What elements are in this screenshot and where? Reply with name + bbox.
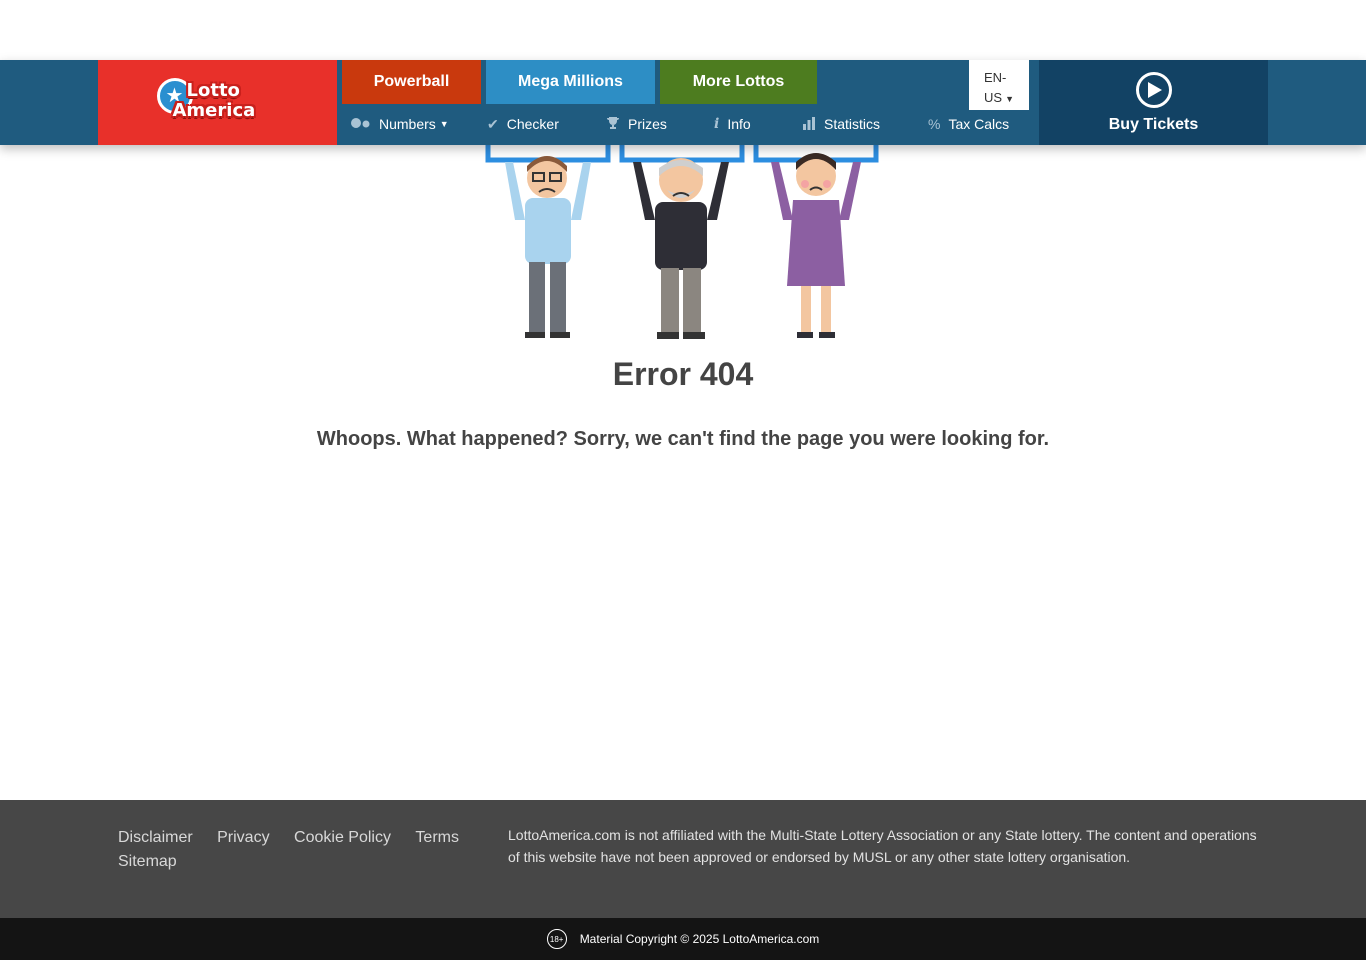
- site-footer: Disclaimer Privacy Cookie Policy Terms S…: [0, 800, 1366, 918]
- lotto-america-logo: ★ Lotto America: [156, 77, 279, 128]
- nav-checker[interactable]: ✔ Checker: [487, 112, 559, 136]
- footer-link-privacy[interactable]: Privacy: [217, 826, 269, 850]
- main-navbar: ★ Lotto America Powerball Mega Millions …: [0, 60, 1366, 145]
- footer-link-terms[interactable]: Terms: [415, 826, 459, 850]
- caret-down-icon: ▼: [439, 119, 449, 129]
- language-code-line1: EN-: [984, 70, 1007, 85]
- footer-link-cookie-policy[interactable]: Cookie Policy: [294, 826, 391, 850]
- nav-tax-calcs-label: Tax Calcs: [948, 116, 1010, 132]
- error-message: Whoops. What happened? Sorry, we can't f…: [316, 428, 1050, 450]
- caret-down-icon: ▼: [1005, 94, 1014, 104]
- top-spacer: [0, 0, 1366, 60]
- trophy-icon: [606, 116, 620, 133]
- percent-icon: %: [928, 116, 941, 132]
- nav-numbers[interactable]: Numbers ▼: [351, 112, 449, 136]
- balls-icon: [351, 116, 371, 132]
- bar-chart-icon: [802, 116, 816, 133]
- nav-prizes-label: Prizes: [628, 116, 667, 132]
- copyright-bar: 18+ Material Copyright © 2025 LottoAmeri…: [0, 918, 1366, 960]
- tab-mega-millions[interactable]: Mega Millions: [486, 60, 655, 104]
- nav-statistics[interactable]: Statistics: [802, 112, 880, 136]
- nav-numbers-label: Numbers: [379, 116, 436, 132]
- copyright-text: Material Copyright © 2025 LottoAmerica.c…: [579, 932, 820, 946]
- footer-links: Disclaimer Privacy Cookie Policy Terms S…: [118, 826, 498, 874]
- buy-tickets-label: Buy Tickets: [1108, 115, 1199, 133]
- language-selector[interactable]: EN- US ▼: [969, 60, 1029, 110]
- logo-text-lotto: Lotto: [186, 79, 240, 101]
- check-icon: ✔: [487, 115, 499, 132]
- footer-link-sitemap[interactable]: Sitemap: [118, 850, 177, 874]
- sad-people-illustration: [485, 140, 879, 339]
- nav-info-label: Info: [727, 116, 751, 132]
- info-icon: i: [714, 116, 720, 132]
- nav-prizes[interactable]: Prizes: [606, 112, 667, 136]
- footer-link-disclaimer[interactable]: Disclaimer: [118, 826, 193, 850]
- tab-more-lottos[interactable]: More Lottos: [660, 60, 817, 104]
- nav-tax-calcs[interactable]: % Tax Calcs: [928, 112, 1009, 136]
- play-icon: [1135, 71, 1172, 108]
- nav-info[interactable]: i Info: [714, 112, 751, 136]
- buy-tickets-button[interactable]: Buy Tickets: [1039, 60, 1268, 145]
- nav-checker-label: Checker: [506, 116, 559, 132]
- tab-powerball[interactable]: Powerball: [342, 60, 481, 104]
- logo-link[interactable]: ★ Lotto America: [98, 60, 337, 145]
- nav-statistics-label: Statistics: [824, 116, 881, 132]
- error-title: Error 404: [612, 356, 754, 392]
- logo-text-america: America: [172, 99, 256, 121]
- age-restriction-badge: 18+: [546, 929, 567, 949]
- language-code-line2: US: [984, 90, 1003, 105]
- footer-disclaimer-text: LottoAmerica.com is not affiliated with …: [508, 827, 1257, 865]
